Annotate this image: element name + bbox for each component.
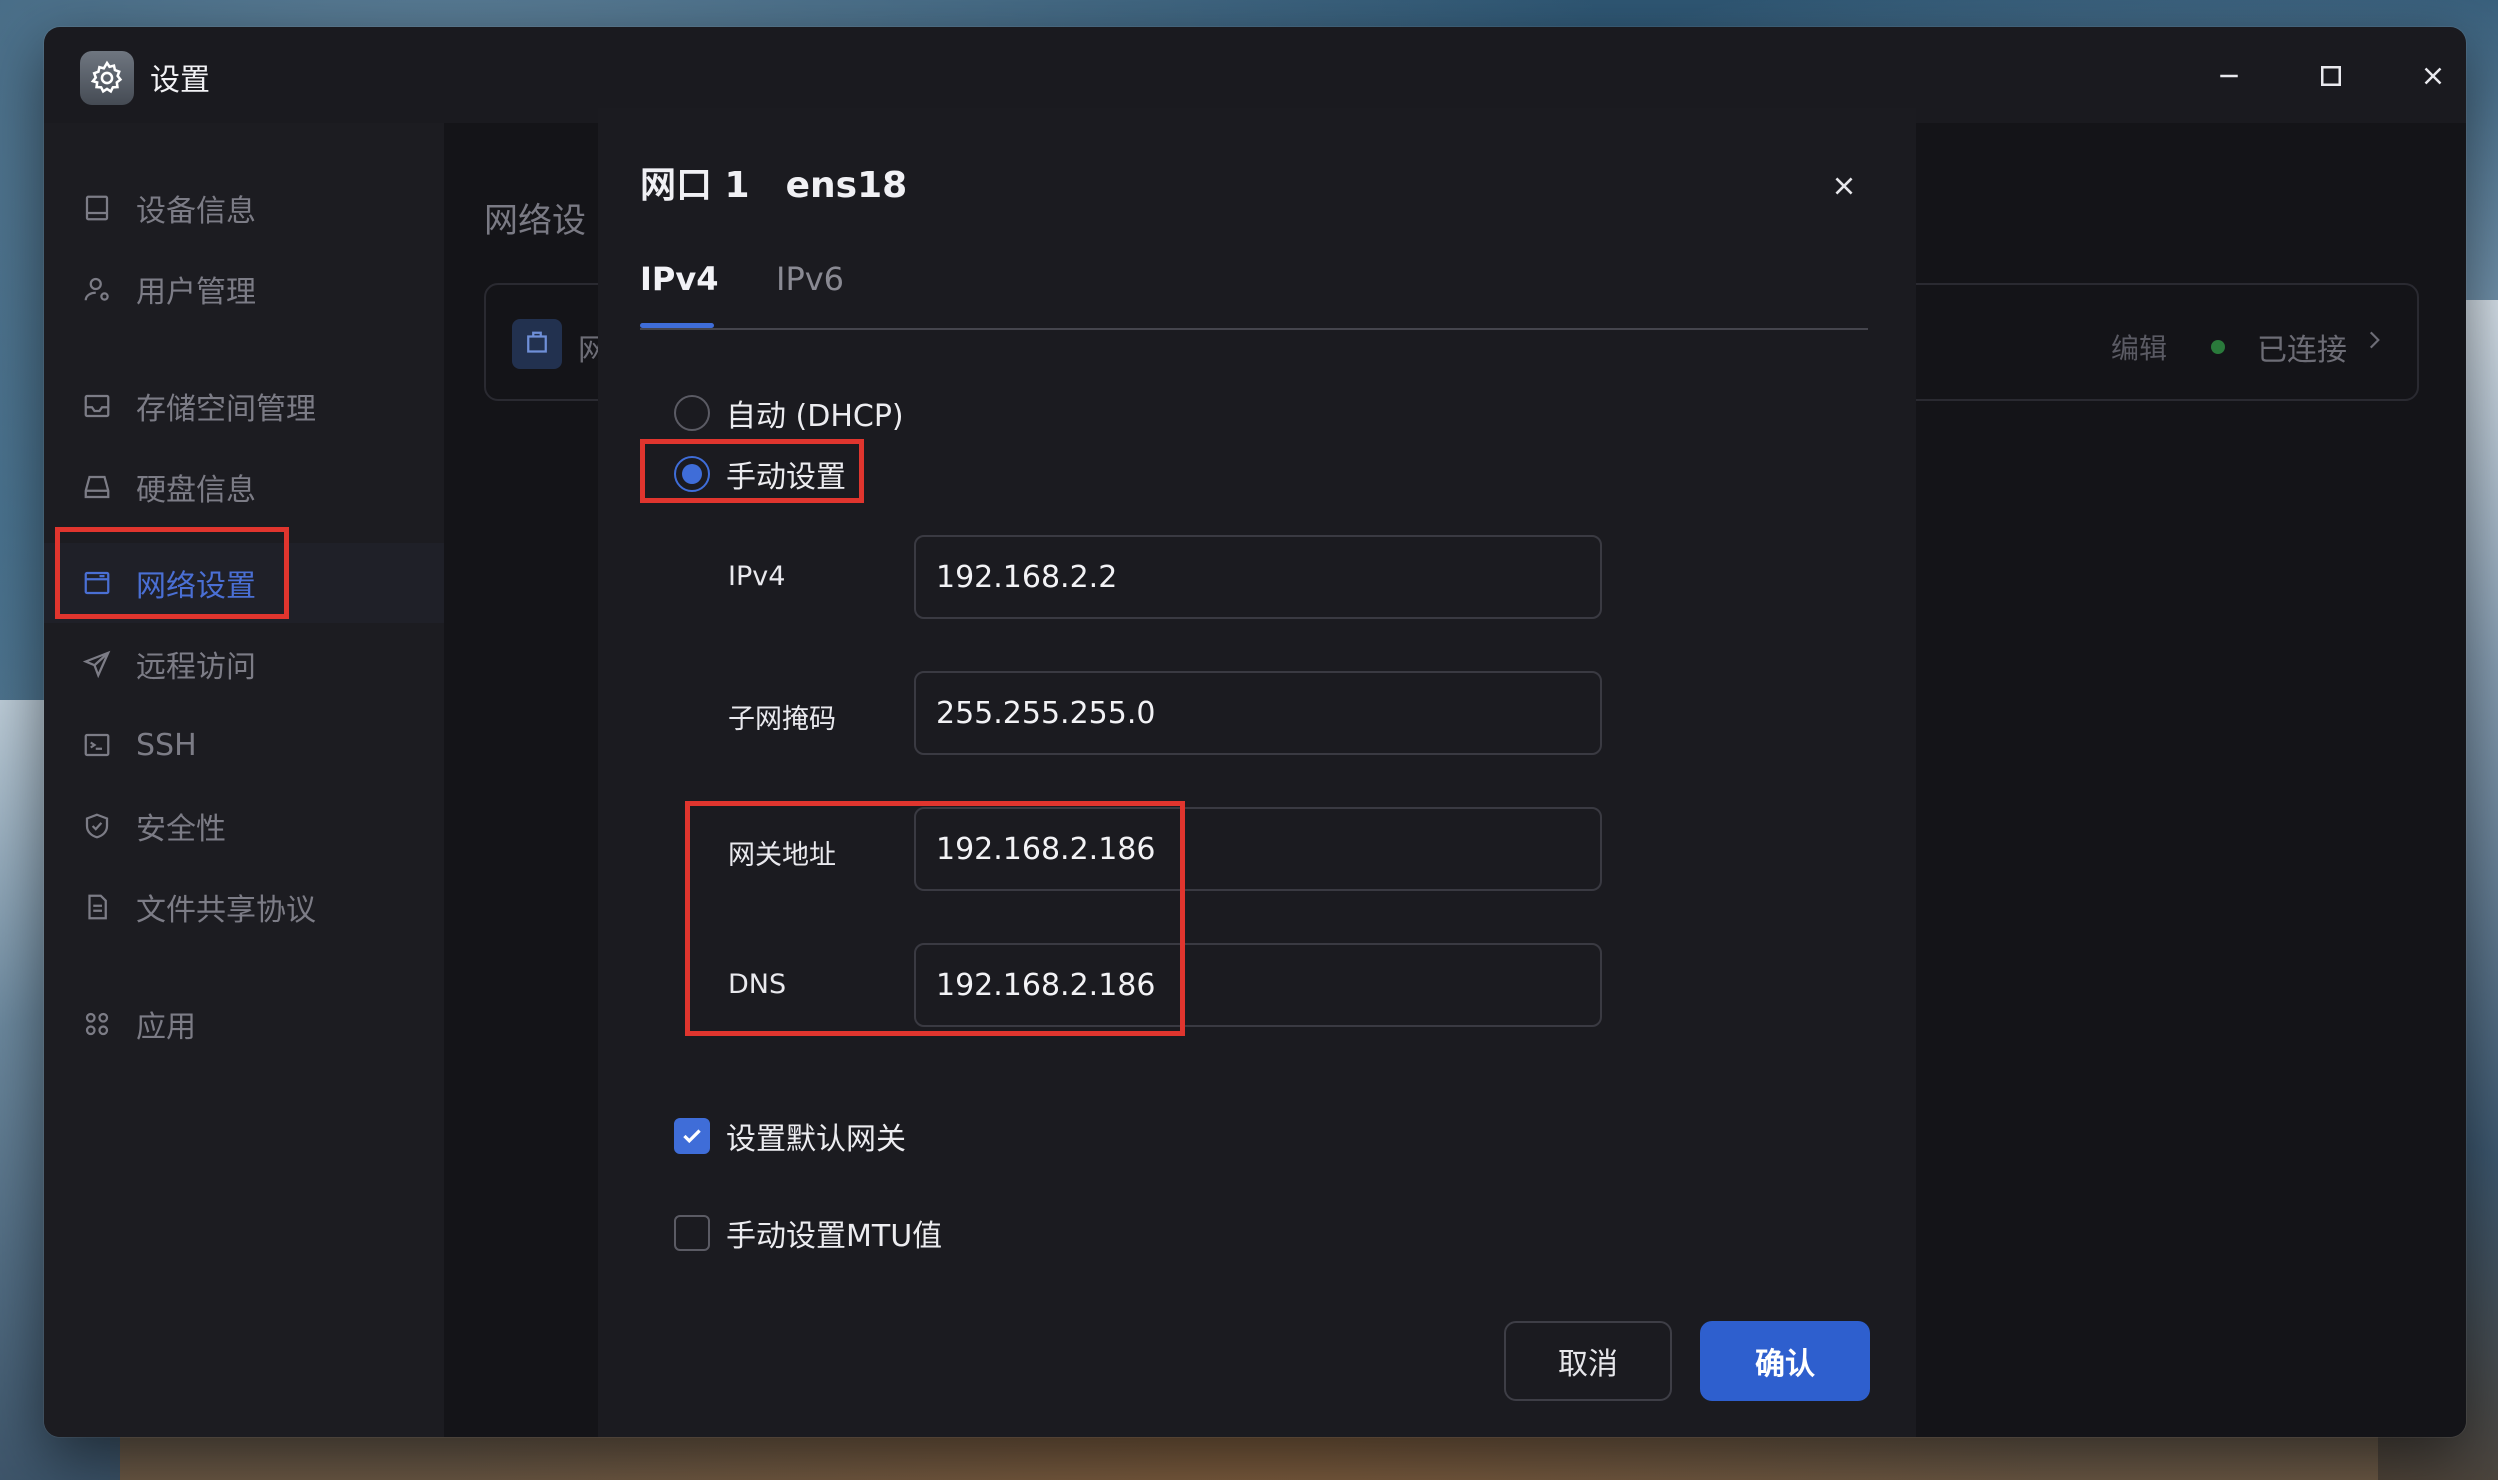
checkbox-label: 手动设置MTU值 (726, 1219, 943, 1254)
edit-link[interactable]: 编辑 (2111, 327, 2167, 367)
device-info-icon (80, 191, 114, 225)
radio-button[interactable] (674, 395, 710, 431)
highlight-box-sidebar-network (55, 527, 289, 619)
sidebar: 设备信息 用户管理 存储空间管理 硬盘信息 网络设置 远程访问 SSH 安全性 (44, 123, 444, 1437)
radio-label: 自动 (DHCP) (726, 399, 904, 434)
checkbox[interactable] (674, 1215, 710, 1251)
radio-dhcp[interactable]: 自动 (DHCP) (674, 388, 904, 438)
apps-icon (80, 1007, 114, 1041)
cancel-button[interactable]: 取消 (1504, 1321, 1672, 1401)
checkbox[interactable] (674, 1118, 710, 1154)
terminal-icon (80, 728, 114, 762)
disk-icon (80, 470, 114, 504)
sidebar-item-label: 用户管理 (136, 275, 256, 310)
sidebar-item-label: 设备信息 (136, 194, 256, 229)
storage-icon (80, 389, 114, 423)
dialog-title: 网口 1 ens18 (640, 156, 907, 208)
tab-label: IPv6 (776, 260, 845, 298)
file-icon (80, 890, 114, 924)
default-gateway-option[interactable]: 设置默认网关 (674, 1111, 906, 1161)
sidebar-item-label: 文件共享协议 (136, 893, 316, 928)
status-text: 已连接 (2257, 333, 2347, 368)
sidebar-item-security[interactable]: 安全性 (80, 796, 226, 856)
tab-ipv6[interactable]: IPv6 (776, 260, 844, 298)
ethernet-icon (512, 319, 562, 369)
dialog-title-port: 网口 1 (640, 165, 750, 206)
sidebar-item-label: 安全性 (136, 812, 226, 847)
page-title: 网络设 (484, 201, 586, 241)
sidebar-item-label: 硬盘信息 (136, 473, 256, 508)
sidebar-item-file-sharing[interactable]: 文件共享协议 (80, 877, 316, 937)
sidebar-item-label: 远程访问 (136, 650, 256, 685)
minimize-button[interactable] (2204, 51, 2254, 101)
sidebar-item-label: SSH (136, 727, 197, 763)
sidebar-item-remote[interactable]: 远程访问 (80, 634, 256, 694)
sidebar-item-device-info[interactable]: 设备信息 (80, 178, 256, 238)
shield-icon (80, 809, 114, 843)
user-icon (80, 272, 114, 306)
sidebar-item-storage[interactable]: 存储空间管理 (80, 376, 316, 436)
close-window-button[interactable] (2408, 51, 2458, 101)
checkbox-label: 设置默认网关 (726, 1122, 906, 1157)
settings-window: 设置 设备信息 用户管理 存储空间管理 硬盘信息 网络设置 远程访问 SSH 安… (44, 27, 2466, 1437)
network-port-dialog: 网口 1 ens18 IPv4 IPv6 自动 (DHCP) 手动设置 IPv4 … (598, 108, 1916, 1437)
window-title: 设置 (150, 63, 210, 98)
subnet-input[interactable]: 255.255.255.0 (914, 671, 1602, 755)
sidebar-item-label: 应用 (136, 1010, 196, 1045)
sidebar-item-users[interactable]: 用户管理 (80, 259, 256, 319)
manual-mtu-option[interactable]: 手动设置MTU值 (674, 1208, 942, 1258)
close-dialog-button[interactable] (1824, 166, 1864, 206)
confirm-button[interactable]: 确认 (1700, 1321, 1870, 1401)
send-icon (80, 647, 114, 681)
sidebar-item-apps[interactable]: 应用 (80, 994, 196, 1054)
ipv4-label: IPv4 (728, 561, 786, 592)
sidebar-item-disk[interactable]: 硬盘信息 (80, 457, 256, 517)
tab-ipv4[interactable]: IPv4 (640, 260, 719, 328)
protocol-tabs: IPv4 IPv6 (640, 250, 1868, 330)
dialog-title-interface: ens18 (785, 165, 908, 206)
chevron-right-icon[interactable] (2361, 327, 2387, 357)
highlight-box-manual (640, 439, 864, 503)
subnet-label: 子网掩码 (728, 704, 836, 735)
maximize-button[interactable] (2306, 51, 2356, 101)
connected-status-dot (2211, 340, 2225, 354)
active-tab-indicator (640, 323, 714, 328)
highlight-box-gateway-dns (685, 801, 1185, 1036)
sidebar-item-ssh[interactable]: SSH (80, 715, 197, 775)
tab-label: IPv4 (640, 260, 719, 298)
gear-icon (80, 51, 134, 105)
ipv4-input[interactable]: 192.168.2.2 (914, 535, 1602, 619)
sidebar-item-label: 存储空间管理 (136, 392, 316, 427)
